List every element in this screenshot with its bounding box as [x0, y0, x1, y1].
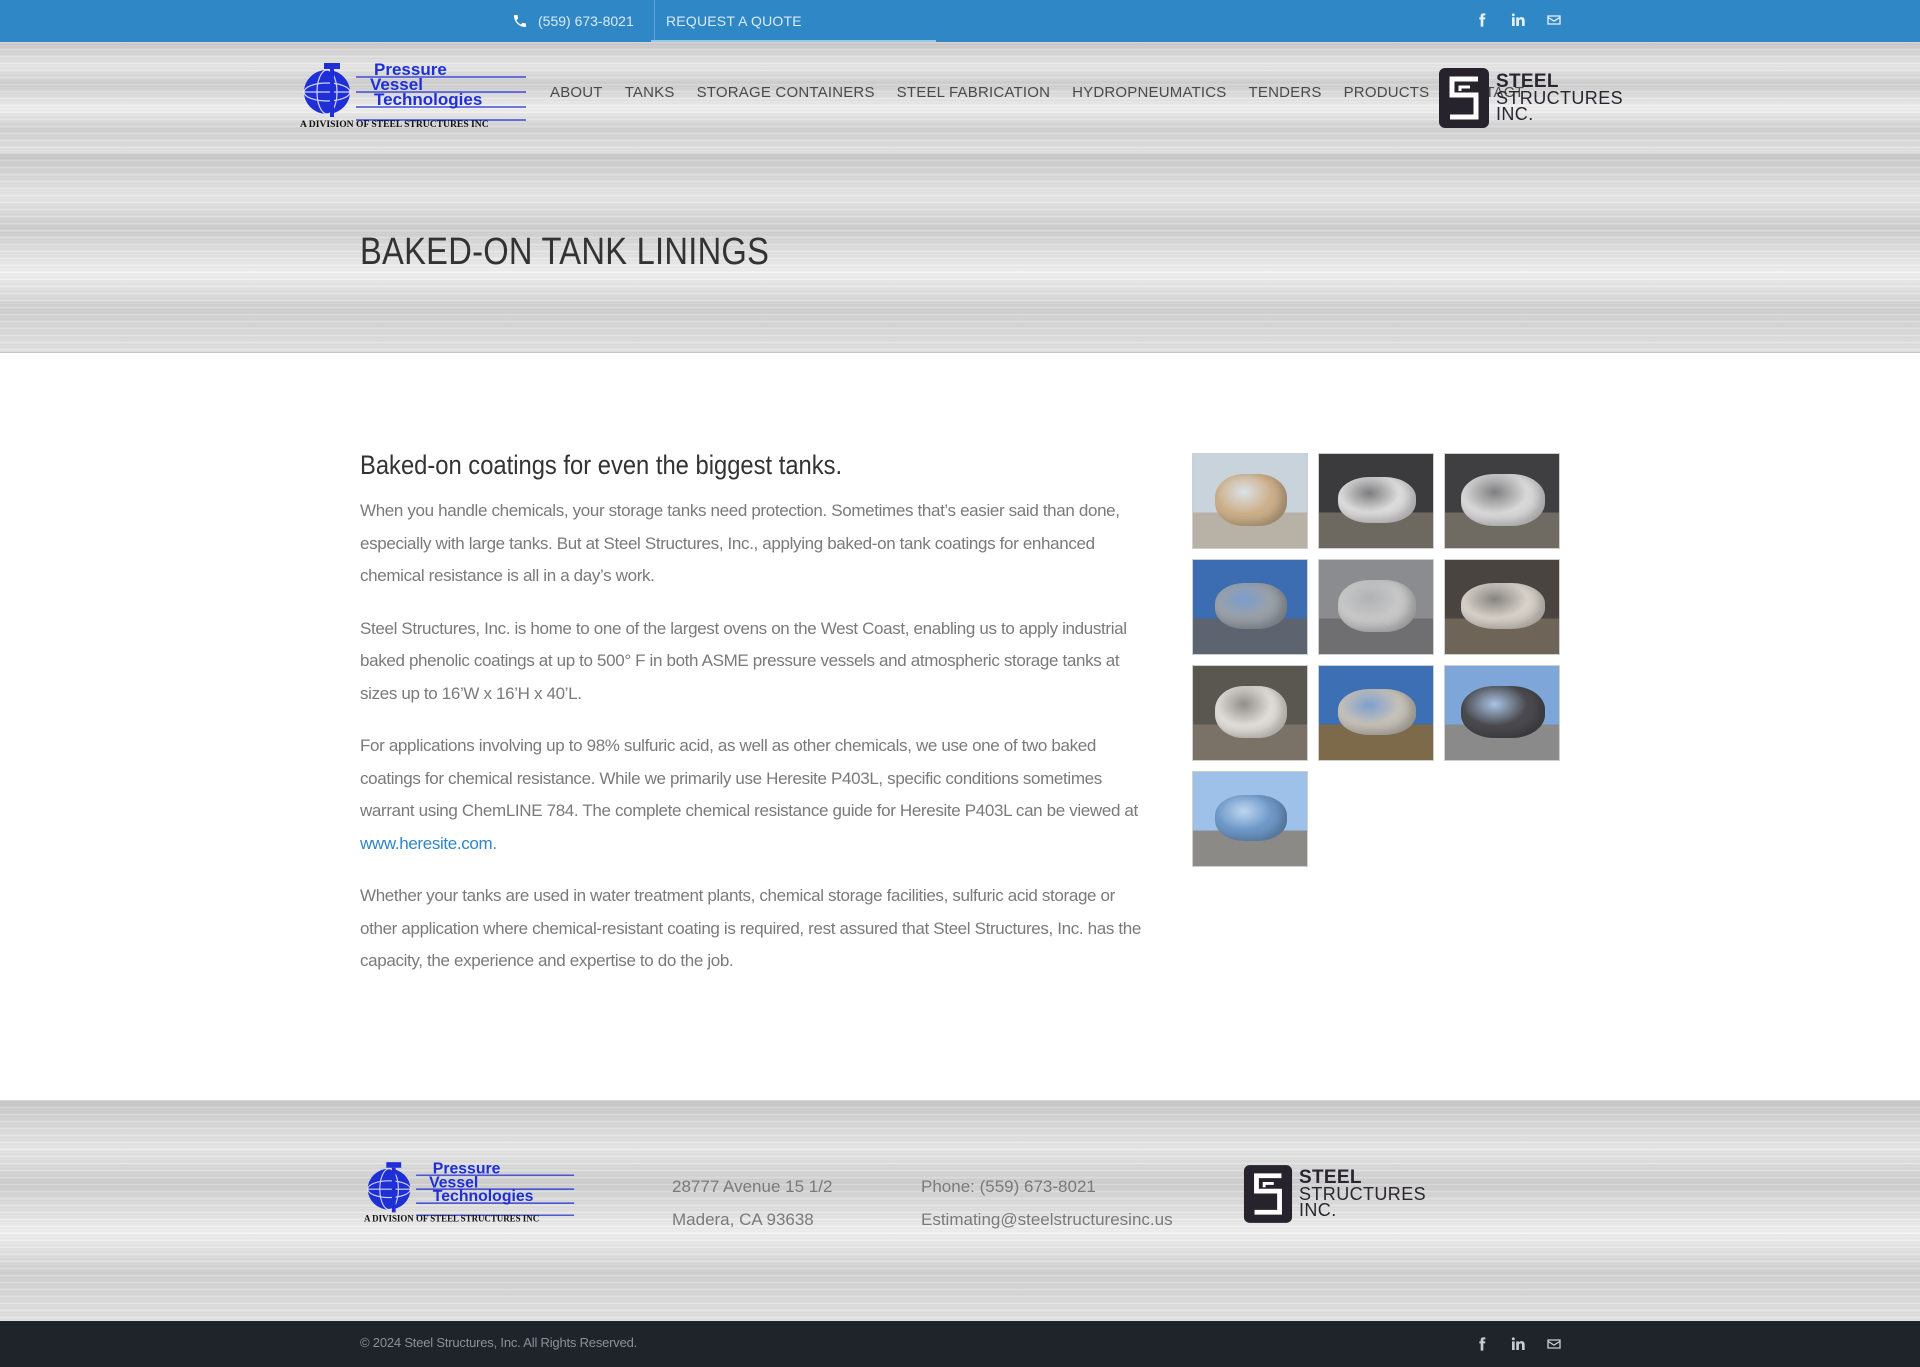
steel-structures-logo[interactable]: STEEL STRUCTURES INC. [1438, 67, 1623, 129]
phone-icon [514, 15, 526, 27]
page-title: BAKED-ON TANK LININGS [360, 231, 770, 273]
mail-icon[interactable] [1546, 1336, 1562, 1352]
tank-photo-shape [1461, 686, 1545, 738]
top-social-links [1474, 12, 1562, 28]
logo-line-technologies: Technologies [374, 90, 482, 109]
gallery-thumbnail[interactable] [1444, 559, 1560, 655]
logo-tagline: A DIVISION OF STEEL STRUCTURES INC [300, 119, 489, 129]
nav-steel-fabrication[interactable]: STEEL FABRICATION [897, 84, 1050, 101]
site-header: Pressure Vessel Technologies A DIVISION … [0, 42, 1920, 153]
copyright-bar: © 2024 Steel Structures, Inc. All Rights… [0, 1321, 1920, 1367]
nav-tenders[interactable]: TENDERS [1249, 84, 1322, 101]
footer-steel-structures-logo[interactable]: STEEL STRUCTURES INC. [1243, 1164, 1426, 1224]
ssi-line3: INC. [1496, 104, 1534, 124]
tank-photo-shape [1461, 474, 1545, 526]
photo-gallery [1192, 453, 1561, 867]
pressure-vessel-logo[interactable]: Pressure Vessel Technologies A DIVISION … [300, 59, 528, 129]
footer-logo-tagline: A DIVISION OF STEEL STRUCTURES INC [364, 1214, 539, 1224]
ss-mark-icon [1439, 68, 1489, 128]
tank-photo-shape [1338, 689, 1416, 735]
gallery-thumbnail[interactable] [1318, 453, 1434, 549]
nav-hydropneumatics[interactable]: HYDROPNEUMATICS [1072, 84, 1226, 101]
nav-about[interactable]: ABOUT [550, 84, 603, 101]
main-content: Baked-on coatings for even the biggest t… [360, 450, 1150, 998]
paragraph-coatings-text: For applications involving up to 98% sul… [360, 736, 1138, 820]
gallery-thumbnail[interactable] [1318, 559, 1434, 655]
main-nav: ABOUT TANKS STORAGE CONTAINERS STEEL FAB… [550, 84, 1546, 101]
mail-icon[interactable] [1546, 12, 1562, 28]
linkedin-icon[interactable] [1510, 12, 1526, 28]
top-bar: (559) 673-8021 REQUEST A QUOTE [0, 0, 1920, 42]
facebook-icon[interactable] [1474, 12, 1490, 28]
footer-ss-mark-icon [1243, 1165, 1293, 1223]
tank-photo-shape [1215, 474, 1287, 526]
footer-ssi-line3: INC. [1299, 1200, 1337, 1220]
paragraph-intro: When you handle chemicals, your storage … [360, 501, 1120, 585]
phone-number: (559) 673-8021 [538, 13, 634, 29]
paragraph-oven: Steel Structures, Inc. is home to one of… [360, 618, 1127, 703]
linkedin-icon[interactable] [1510, 1336, 1526, 1352]
tank-photo-shape [1215, 795, 1287, 841]
address-line-1: 28777 Avenue 15 1/2 [672, 1177, 833, 1196]
gallery-thumbnail[interactable] [1192, 559, 1308, 655]
site-footer: Pressure Vessel Technologies A DIVISION … [0, 1100, 1920, 1321]
tank-photo-shape [1338, 580, 1416, 632]
gallery-thumbnail[interactable] [1444, 665, 1560, 761]
tank-photo-shape [1461, 583, 1545, 629]
gallery-thumbnail[interactable] [1192, 453, 1308, 549]
nav-storage-containers[interactable]: STORAGE CONTAINERS [697, 84, 875, 101]
footer-pressure-vessel-logo[interactable]: Pressure Vessel Technologies A DIVISION … [364, 1158, 576, 1224]
facebook-icon[interactable] [1474, 1336, 1490, 1352]
footer-social-links [1474, 1336, 1562, 1352]
footer-address: 28777 Avenue 15 1/2 Madera, CA 93638 [672, 1170, 832, 1236]
gallery-thumbnail[interactable] [1192, 665, 1308, 761]
nav-products[interactable]: PRODUCTS [1344, 84, 1430, 101]
tank-photo-shape [1215, 686, 1287, 738]
copyright-text: © 2024 Steel Structures, Inc. All Rights… [360, 1335, 638, 1350]
footer-email[interactable]: Estimating@steelstructuresinc.us [921, 1203, 1173, 1236]
paragraph-coatings: For applications involving up to 98% sul… [360, 730, 1150, 860]
tank-photo-shape [1338, 477, 1416, 523]
paragraph-coatings-end: . [492, 833, 497, 853]
address-line-2: Madera, CA 93638 [672, 1210, 814, 1229]
paragraph-applications: Whether your tanks are used in water tre… [360, 886, 1141, 970]
footer-phone[interactable]: Phone: (559) 673-8021 [921, 1170, 1173, 1203]
tank-photo-shape [1215, 583, 1287, 629]
top-phone[interactable]: (559) 673-8021 [512, 0, 655, 42]
gallery-thumbnail[interactable] [1444, 453, 1560, 549]
request-quote-link[interactable]: REQUEST A QUOTE [666, 0, 802, 42]
heresite-link[interactable]: www.heresite.com [360, 834, 493, 853]
content-heading: Baked-on coatings for even the biggest t… [360, 450, 843, 480]
footer-contact: Phone: (559) 673-8021 Estimating@steelst… [921, 1170, 1173, 1236]
nav-tanks[interactable]: TANKS [625, 84, 675, 101]
footer-logo-line-technologies: Technologies [433, 1188, 534, 1205]
gallery-thumbnail[interactable] [1318, 665, 1434, 761]
gallery-thumbnail[interactable] [1192, 771, 1308, 867]
page-title-bar: BAKED-ON TANK LININGS [0, 153, 1920, 353]
